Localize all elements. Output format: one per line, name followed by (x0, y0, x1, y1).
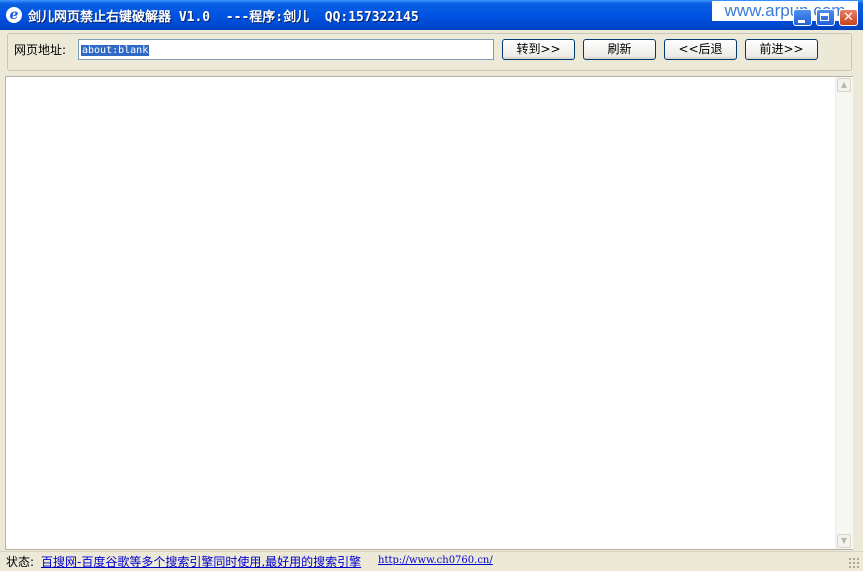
status-label: 状态: (6, 555, 35, 569)
maximize-icon (820, 13, 829, 21)
scroll-down-icon[interactable]: ▼ (837, 534, 851, 548)
status-url-link[interactable]: http://www.ch0760.cn/ (378, 555, 493, 566)
url-label: 网页地址: (14, 43, 67, 57)
close-button[interactable]: ✕ (839, 9, 858, 26)
minimize-button[interactable] (793, 9, 812, 26)
web-browser-pane[interactable] (5, 76, 853, 550)
maximize-button[interactable] (816, 9, 835, 26)
resize-grip-icon[interactable] (848, 557, 860, 569)
scroll-up-icon[interactable]: ▲ (837, 78, 851, 92)
ie-icon: e (6, 7, 22, 23)
title-bar[interactable]: e 剑儿网页禁止右键破解器 V1.0 ---程序:剑儿 QQ:157322145… (0, 0, 863, 30)
window-title: 剑儿网页禁止右键破解器 V1.0 ---程序:剑儿 QQ:157322145 (28, 10, 419, 25)
refresh-button[interactable]: 刷新 (583, 39, 656, 60)
go-button[interactable]: 转到>> (502, 39, 575, 60)
watermark-text: www.arpun.com (712, 1, 858, 21)
minimize-icon (798, 20, 805, 23)
url-input-value[interactable]: about:blank (81, 45, 150, 56)
url-input[interactable]: about:blank (78, 39, 494, 60)
close-icon: ✕ (843, 10, 854, 25)
forward-button[interactable]: 前进>> (745, 39, 818, 60)
main-window: e 剑儿网页禁止右键破解器 V1.0 ---程序:剑儿 QQ:157322145… (0, 0, 863, 571)
status-ad-link[interactable]: 百搜网-百度谷歌等多个搜索引擎同时使用,最好用的搜索引擎 (41, 553, 361, 570)
vertical-scrollbar[interactable]: ▲ ▼ (835, 77, 853, 549)
back-button[interactable]: <<后退 (664, 39, 737, 60)
